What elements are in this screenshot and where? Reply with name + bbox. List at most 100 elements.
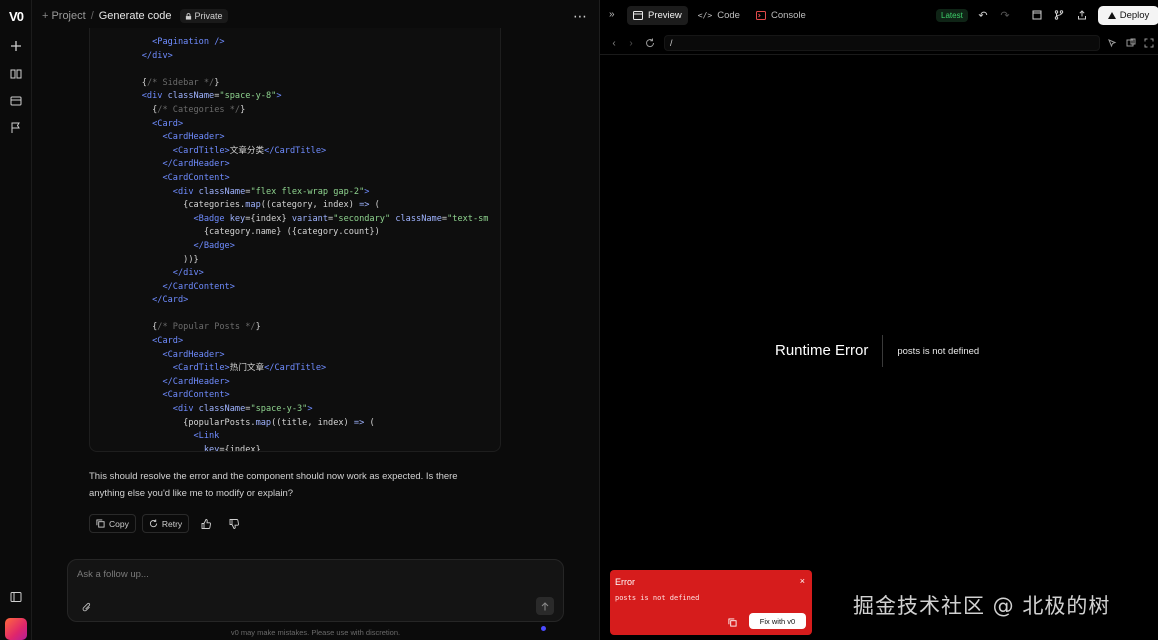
code-line: <Card>	[152, 118, 184, 129]
refresh-icon	[149, 519, 157, 528]
paperclip-icon	[82, 602, 91, 611]
deploy-button[interactable]: Deploy	[1098, 6, 1158, 25]
tab-console[interactable]: Console	[750, 6, 812, 25]
feedback-button[interactable]	[6, 118, 26, 138]
left-rail: V0	[0, 0, 32, 640]
v0-logo[interactable]: V0	[4, 7, 28, 25]
preview-panel: » Preview </> Code Console Latest ↶ ↷ De…	[599, 0, 1158, 640]
code-line: </CardContent>	[162, 281, 235, 292]
back-icon[interactable]: ‹	[608, 37, 620, 49]
runtime-error: Runtime Error posts is not defined	[775, 335, 979, 367]
deploy-label: Deploy	[1119, 10, 1150, 21]
device-icon[interactable]	[1125, 37, 1137, 49]
copy-button[interactable]: Copy	[89, 514, 136, 533]
book-icon	[10, 69, 22, 79]
more-options-button[interactable]: ⋯	[573, 8, 588, 25]
code-content: <Pagination /> </div> {/* Sidebar */} <d…	[90, 36, 489, 452]
tab-preview[interactable]: Preview	[627, 6, 688, 25]
attach-button[interactable]	[78, 598, 96, 616]
watermark: 掘金技术社区 @ 北极的树	[853, 594, 1111, 618]
code-line: <div className="space-y-3">	[172, 404, 313, 415]
url-bar: ‹ ›	[600, 31, 1158, 55]
thumbs-down-button[interactable]	[223, 514, 245, 533]
message-actions: Copy Retry	[89, 514, 245, 534]
code-line: <div className="flex flex-wrap gap-2">	[172, 186, 370, 197]
code-line: <Badge key={index} variant="secondary" c…	[193, 213, 489, 224]
code-line: {popularPosts.map((title, index) => (	[183, 417, 375, 428]
collapse-chevrons-icon[interactable]: »	[609, 9, 615, 20]
code-line: {/* Sidebar */}	[141, 77, 220, 88]
code-line: {/* Popular Posts */}	[152, 322, 261, 333]
redo-icon[interactable]: ↷	[998, 8, 1012, 22]
library-button[interactable]	[6, 64, 26, 84]
code-line: <div className="space-y-8">	[141, 91, 282, 102]
code-line: ))}	[183, 254, 199, 265]
code-line: <Card>	[152, 336, 184, 347]
share-icon[interactable]	[1075, 8, 1089, 22]
code-line: key={index}	[203, 444, 261, 452]
runtime-error-title: Runtime Error	[775, 335, 884, 367]
select-element-icon[interactable]	[1106, 37, 1118, 49]
code-line: </div>	[141, 50, 173, 61]
code-line: {categories.map((category, index) => (	[183, 200, 380, 211]
status-dot	[541, 626, 546, 631]
sidebar-icon	[10, 592, 22, 602]
code-block: <Pagination /> </div> {/* Sidebar */} <d…	[89, 28, 501, 452]
code-line: {category.name} ({category.count})	[203, 227, 380, 238]
code-brackets-icon: </>	[697, 11, 713, 20]
code-line: </CardHeader>	[162, 376, 230, 387]
chat-title[interactable]: Generate code	[99, 10, 172, 22]
new-chat-button[interactable]	[6, 36, 26, 56]
code-line: <Link	[193, 431, 220, 442]
code-line: <CardHeader>	[162, 349, 225, 360]
thumbs-down-icon	[229, 518, 240, 529]
fullscreen-frame-icon[interactable]	[1030, 8, 1044, 22]
thumbs-up-icon	[201, 518, 212, 529]
flag-icon	[11, 122, 20, 133]
tab-preview-label: Preview	[648, 10, 682, 21]
fix-with-v0-button[interactable]: Fix with v0	[749, 613, 806, 629]
breadcrumb-separator: /	[90, 10, 94, 22]
branch-icon[interactable]	[1052, 8, 1066, 22]
close-icon[interactable]: ×	[800, 576, 805, 586]
follow-up-input[interactable]	[77, 569, 517, 580]
code-line: </CardHeader>	[162, 159, 230, 170]
retry-label: Retry	[161, 518, 183, 529]
avatar[interactable]	[5, 618, 27, 640]
plus-icon	[11, 41, 21, 51]
runtime-error-message: posts is not defined	[897, 345, 980, 357]
tab-code[interactable]: </> Code	[692, 6, 746, 25]
projects-button[interactable]	[6, 91, 26, 111]
code-line: </Card>	[152, 295, 189, 306]
copy-icon	[727, 617, 737, 627]
thumbs-up-button[interactable]	[195, 514, 217, 533]
retry-button[interactable]: Retry	[141, 514, 190, 533]
reload-icon[interactable]	[644, 37, 656, 49]
send-button[interactable]	[536, 597, 554, 615]
copy-icon	[96, 519, 105, 528]
terminal-icon	[755, 11, 766, 20]
composer	[67, 559, 564, 622]
forward-icon[interactable]: ›	[625, 37, 637, 49]
breadcrumb-project[interactable]: Project	[51, 10, 85, 22]
copy-error-button[interactable]	[726, 616, 738, 628]
code-line: <CardTitle>热门文章</CardTitle>	[172, 363, 327, 374]
code-line: <CardContent>	[162, 172, 230, 183]
triangle-icon	[1107, 12, 1116, 19]
toast-message: posts is not defined	[615, 594, 700, 602]
undo-icon[interactable]: ↶	[976, 8, 990, 22]
code-line: {/* Categories */}	[152, 104, 246, 115]
code-line: <CardTitle>文章分类</CardTitle>	[172, 145, 327, 156]
url-input[interactable]	[664, 35, 1100, 51]
expand-icon[interactable]	[1143, 37, 1155, 49]
copy-label: Copy	[109, 518, 129, 529]
private-badge[interactable]: Private	[179, 9, 228, 23]
tab-console-label: Console	[770, 10, 806, 21]
folder-icon	[10, 96, 22, 106]
disclaimer: v0 may make mistakes. Please use with di…	[230, 628, 401, 637]
latest-badge[interactable]: Latest	[936, 9, 968, 22]
code-line: <Pagination />	[152, 37, 225, 47]
toggle-sidebar-button[interactable]	[6, 587, 26, 607]
assistant-message: This should resolve the error and the co…	[89, 471, 458, 499]
